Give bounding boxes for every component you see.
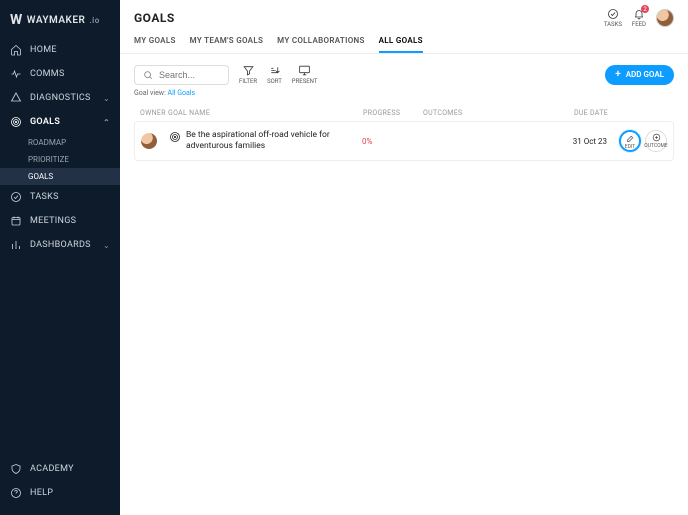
tabs: MY GOALS MY TEAM'S GOALS MY COLLABORATIO… [120, 28, 688, 54]
sidebar-item-label: DASHBOARDS [30, 240, 91, 250]
sidebar-item-diagnostics[interactable]: DIAGNOSTICS ⌄ [0, 86, 120, 110]
sidebar-item-tasks[interactable]: TASKS [0, 185, 120, 209]
target-icon [169, 131, 181, 143]
sidebar-bottom: ACADEMY HELP [0, 457, 120, 515]
outcome-button[interactable]: OUTCOME [645, 130, 667, 152]
button-label: OUTCOME [644, 143, 668, 149]
tab-all-goals[interactable]: ALL GOALS [379, 36, 423, 53]
edit-icon [626, 134, 635, 143]
calendar-icon [10, 215, 22, 227]
sidebar-sub-goals[interactable]: GOALS [0, 168, 120, 185]
sort-button[interactable]: SORT [267, 64, 282, 85]
sort-icon [268, 64, 281, 77]
search-box[interactable] [134, 65, 229, 85]
brand-name: WAYMAKER [27, 15, 86, 26]
table-row[interactable]: Be the aspirational off-road vehicle for… [134, 121, 674, 161]
plus-circle-icon [652, 133, 661, 142]
goal-name-text: Be the aspirational off-road vehicle for… [186, 130, 354, 151]
button-label: SORT [267, 78, 282, 85]
brand-mark: W [10, 12, 23, 28]
row-actions: EDIT OUTCOME [607, 130, 667, 152]
home-icon [10, 44, 22, 56]
brand-logo: W WAYMAKER.io [0, 8, 120, 38]
sidebar-item-label: ACADEMY [30, 464, 74, 474]
edit-button[interactable]: EDIT [619, 130, 641, 152]
sidebar-item-label: DIAGNOSTICS [30, 93, 91, 103]
sidebar-item-meetings[interactable]: MEETINGS [0, 209, 120, 233]
present-button[interactable]: PRESENT [292, 64, 318, 85]
view-name-link[interactable]: All Goals [168, 89, 196, 97]
pulse-icon [10, 68, 22, 80]
toolbar: FILTER SORT PRESENT + ADD GOAL [120, 54, 688, 89]
search-input[interactable] [159, 70, 219, 80]
notification-badge: 2 [641, 5, 649, 13]
sidebar-item-academy[interactable]: ACADEMY [0, 457, 120, 481]
sidebar-sub-roadmap[interactable]: ROADMAP [0, 134, 120, 151]
button-label: EDIT [625, 144, 635, 150]
col-due: DUE DATE [553, 109, 608, 117]
filter-icon [242, 64, 255, 77]
tab-my-collaborations[interactable]: MY COLLABORATIONS [277, 36, 365, 53]
check-icon [10, 191, 22, 203]
sidebar-item-dashboards[interactable]: DASHBOARDS ⌄ [0, 233, 120, 257]
row-goal-name: Be the aspirational off-road vehicle for… [169, 130, 362, 151]
target-icon [10, 116, 22, 128]
topbar-tasks[interactable]: TASKS [604, 8, 622, 28]
row-owner [141, 133, 169, 149]
chevron-down-icon: ⌄ [103, 94, 110, 103]
check-icon [607, 8, 619, 20]
button-label: FILTER [239, 78, 257, 85]
brand-suffix: .io [89, 16, 99, 25]
sidebar-item-label: HELP [30, 488, 53, 498]
sidebar-item-help[interactable]: HELP [0, 481, 120, 505]
search-icon [143, 70, 153, 80]
view-line: Goal view: All Goals [120, 89, 688, 105]
chevron-up-icon: ⌃ [103, 118, 110, 127]
filter-button[interactable]: FILTER [239, 64, 257, 85]
plus-icon: + [615, 70, 621, 80]
col-progress: PROGRESS [363, 109, 423, 117]
main: GOALS TASKS 2 FEED MY GOALS MY TEAM'S GO… [120, 0, 688, 515]
chevron-down-icon: ⌄ [103, 241, 110, 250]
topbar: GOALS TASKS 2 FEED [120, 0, 688, 28]
tab-my-teams-goals[interactable]: MY TEAM'S GOALS [190, 36, 264, 53]
page-title: GOALS [134, 11, 175, 25]
sidebar-item-label: MEETINGS [30, 216, 76, 226]
topbar-label: FEED [632, 21, 646, 28]
user-avatar[interactable] [656, 9, 674, 27]
sidebar-item-label: COMMS [30, 69, 65, 79]
goals-grid: OWNER GOAL NAME PROGRESS OUTCOMES DUE DA… [120, 105, 688, 161]
sidebar-sub-prioritize[interactable]: PRIORITIZE [0, 151, 120, 168]
sidebar-item-comms[interactable]: COMMS [0, 62, 120, 86]
shield-icon [10, 463, 22, 475]
grid-header: OWNER GOAL NAME PROGRESS OUTCOMES DUE DA… [134, 105, 674, 121]
sidebar-item-label: GOALS [30, 117, 60, 127]
button-label: PRESENT [292, 78, 318, 85]
sidebar-item-label: HOME [30, 45, 57, 55]
row-due-date: 31 Oct 23 [552, 137, 607, 146]
col-owner: OWNER [140, 109, 168, 117]
topbar-label: TASKS [604, 21, 622, 28]
tab-my-goals[interactable]: MY GOALS [134, 36, 176, 53]
button-label: ADD GOAL [626, 70, 664, 79]
topbar-right: TASKS 2 FEED [604, 8, 674, 28]
col-outcomes: OUTCOMES [423, 109, 553, 117]
sidebar: W WAYMAKER.io HOME COMMS DIAGNOSTICS ⌄ G… [0, 0, 120, 515]
col-name: GOAL NAME [168, 109, 363, 117]
diag-icon [10, 92, 22, 104]
add-goal-button[interactable]: + ADD GOAL [605, 65, 674, 85]
help-icon [10, 487, 22, 499]
sidebar-item-goals[interactable]: GOALS ⌃ [0, 110, 120, 134]
sidebar-nav: HOME COMMS DIAGNOSTICS ⌄ GOALS ⌃ ROADMAP… [0, 38, 120, 457]
sidebar-item-home[interactable]: HOME [0, 38, 120, 62]
bars-icon [10, 239, 22, 251]
owner-avatar[interactable] [141, 133, 157, 149]
sidebar-item-label: TASKS [30, 192, 59, 202]
view-prefix: Goal view: [134, 89, 166, 97]
present-icon [298, 64, 311, 77]
row-progress: 0% [362, 137, 422, 146]
topbar-feed[interactable]: 2 FEED [632, 8, 646, 28]
